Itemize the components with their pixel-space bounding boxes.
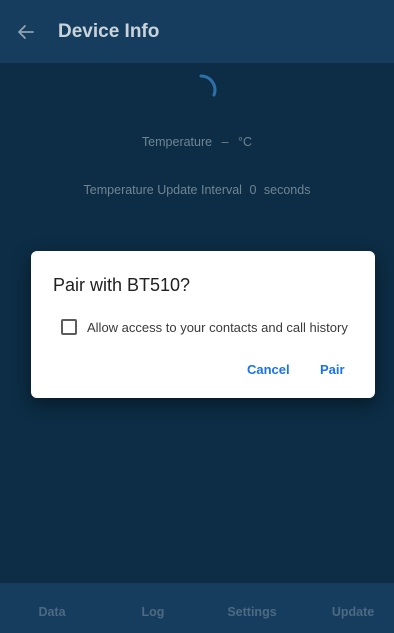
contacts-access-option[interactable]: Allow access to your contacts and call h… bbox=[61, 319, 348, 335]
cancel-button[interactable]: Cancel bbox=[247, 362, 290, 377]
contacts-access-label: Allow access to your contacts and call h… bbox=[87, 319, 348, 335]
pair-button[interactable]: Pair bbox=[320, 362, 345, 377]
contacts-access-checkbox[interactable] bbox=[61, 319, 77, 335]
dialog-title: Pair with BT510? bbox=[53, 275, 191, 295]
pair-dialog: Pair with BT510? Allow access to your co… bbox=[31, 251, 375, 398]
